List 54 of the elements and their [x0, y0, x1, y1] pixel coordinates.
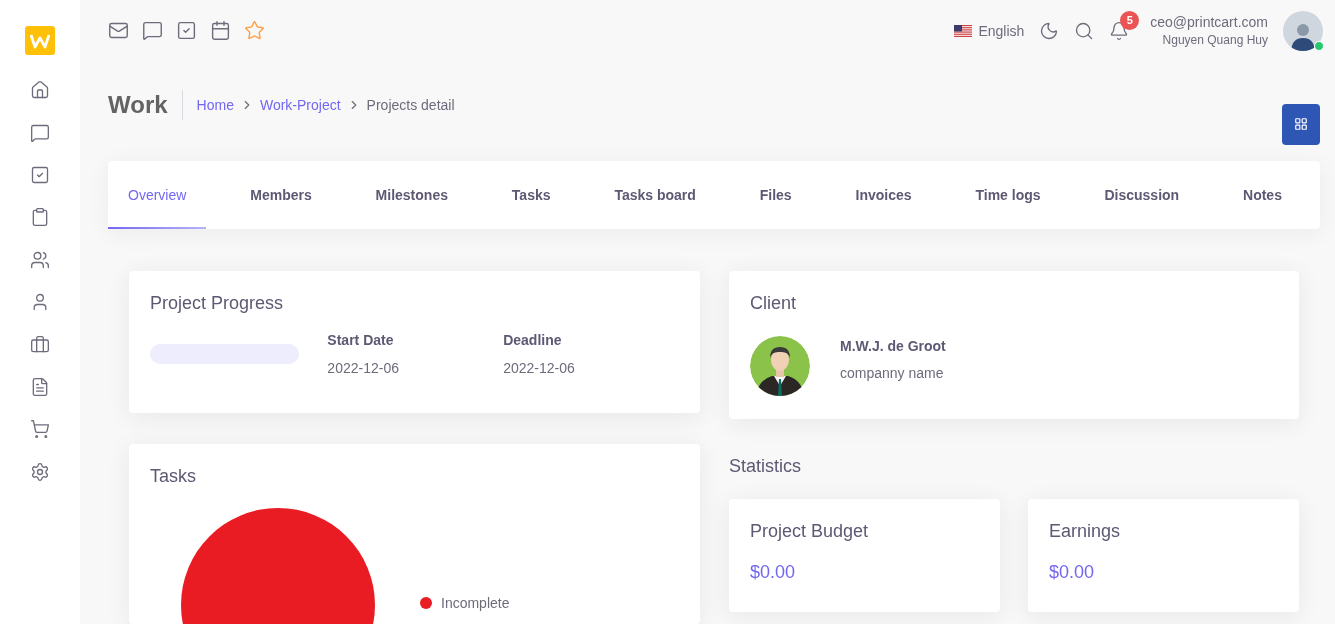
cart-icon	[30, 419, 50, 440]
card-title: Project Budget	[750, 521, 870, 542]
breadcrumb-link[interactable]: Work-Project	[259, 96, 341, 113]
client-avatar-drawing	[750, 336, 810, 396]
grid-icon	[1294, 117, 1308, 132]
home-icon	[30, 80, 50, 101]
language-selector[interactable]: English	[954, 22, 1025, 39]
notification-badge: 5	[1120, 10, 1140, 30]
document-icon	[30, 376, 50, 397]
legend-label: Incomplete	[441, 595, 510, 611]
client-name: M.W.J. de Groot	[840, 338, 946, 354]
chat-icon[interactable]	[142, 20, 163, 42]
grid-view-button[interactable]	[1282, 103, 1320, 145]
field-label: Deadline	[503, 332, 563, 348]
tab[interactable]: Files	[739, 161, 812, 229]
checkbox-icon	[30, 164, 50, 185]
field-label: Start Date	[327, 332, 395, 348]
tab[interactable]: Notes	[1223, 161, 1302, 229]
tab[interactable]: Discussion	[1084, 161, 1200, 229]
breadcrumb-current: Projects detail	[366, 96, 455, 113]
tab[interactable]: Tasks board	[594, 161, 716, 229]
clipboard-icon	[30, 207, 50, 228]
checkbox-icon[interactable]	[176, 20, 197, 42]
user-avatar[interactable]	[1283, 10, 1323, 51]
briefcase-icon	[30, 334, 50, 355]
card-title: Tasks	[150, 466, 197, 487]
chat-icon	[30, 122, 50, 143]
section-title: Statistics	[729, 456, 803, 477]
search-icon[interactable]	[1074, 20, 1095, 41]
tab[interactable]: Members	[230, 161, 332, 229]
card-title: Earnings	[1049, 521, 1122, 542]
calendar-icon[interactable]	[210, 20, 231, 42]
moon-icon[interactable]	[1039, 20, 1060, 41]
stat-value: $0.00	[750, 562, 797, 583]
user-name: Nguyen Quang Huy	[1162, 33, 1268, 48]
tab[interactable]: Time logs	[955, 161, 1061, 229]
user-email: ceo@printcart.com	[1150, 14, 1268, 31]
settings-icon	[30, 461, 50, 482]
field-value: 2022-12-06	[503, 360, 576, 376]
star-icon[interactable]	[244, 20, 265, 42]
stat-value: $0.00	[1049, 562, 1096, 583]
company-name: companny name	[840, 365, 945, 381]
flag-icon	[954, 24, 973, 37]
breadcrumb-link[interactable]: Home	[196, 96, 234, 113]
tab[interactable]: Invoices	[835, 161, 932, 229]
tab[interactable]: Tasks	[491, 161, 571, 229]
letter-logo-icon	[30, 32, 50, 49]
card-title: Client	[750, 293, 798, 314]
page-title: Work	[108, 89, 183, 120]
users-icon	[30, 249, 50, 270]
tab[interactable]: Milestones	[355, 161, 468, 229]
card-title: Project Progress	[150, 293, 285, 314]
tab[interactable]: Overview	[108, 161, 207, 229]
field-value: 2022-12-06	[327, 360, 400, 376]
